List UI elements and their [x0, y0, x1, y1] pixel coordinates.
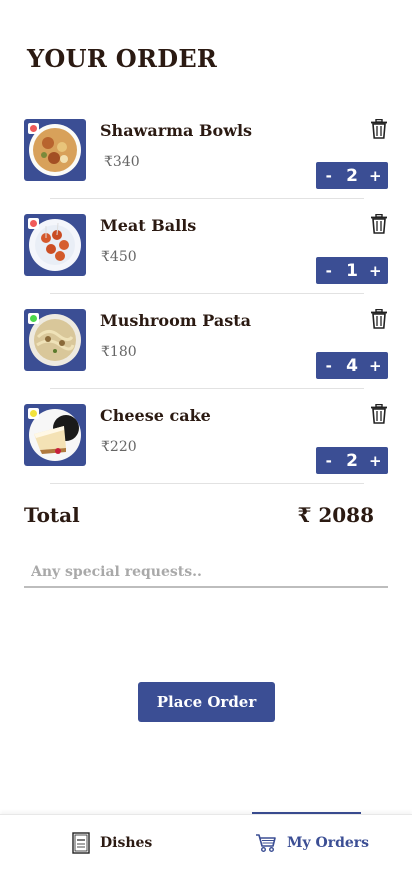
item-price: ₹220 — [101, 439, 137, 455]
increment-button[interactable]: + — [367, 452, 383, 470]
dish-image — [24, 119, 86, 181]
decrement-button[interactable]: - — [321, 452, 337, 470]
food-type-indicator — [28, 408, 39, 419]
divider — [50, 483, 364, 484]
quantity-value: 1 — [346, 260, 358, 281]
order-item: Cheese cake ₹220 - 2 + — [24, 404, 388, 499]
order-item: Shawarma Bowls ₹340 - 2 + — [24, 119, 388, 214]
trash-icon[interactable] — [370, 404, 388, 424]
quantity-value: 2 — [346, 165, 358, 186]
quantity-value: 4 — [346, 355, 358, 376]
item-price: ₹180 — [101, 344, 137, 360]
increment-button[interactable]: + — [367, 167, 383, 185]
dish-image — [24, 309, 86, 371]
item-price: ₹450 — [101, 249, 137, 265]
total-label: Total — [24, 503, 80, 527]
decrement-button[interactable]: - — [321, 357, 337, 375]
decrement-button[interactable]: - — [321, 262, 337, 280]
item-name: Meat Balls — [100, 216, 197, 235]
quantity-stepper: - 2 + — [316, 447, 388, 474]
divider — [50, 388, 364, 389]
place-order-button[interactable]: Place Order — [138, 682, 275, 722]
quantity-stepper: - 1 + — [316, 257, 388, 284]
trash-icon[interactable] — [370, 119, 388, 139]
trash-icon[interactable] — [370, 309, 388, 329]
trash-icon[interactable] — [370, 214, 388, 234]
cart-icon — [256, 834, 276, 852]
total-value: ₹ 2088 — [297, 503, 374, 527]
order-item: Meat Balls ₹450 - 1 + — [24, 214, 388, 309]
increment-button[interactable]: + — [367, 357, 383, 375]
quantity-value: 2 — [346, 450, 358, 471]
nav-my-orders-label: My Orders — [287, 835, 370, 851]
food-type-indicator — [28, 313, 39, 324]
item-name: Mushroom Pasta — [100, 311, 251, 330]
food-type-indicator — [28, 218, 39, 229]
quantity-stepper: - 2 + — [316, 162, 388, 189]
item-price: ₹340 — [104, 154, 140, 170]
item-name: Cheese cake — [100, 406, 211, 425]
bottom-nav: Dishes My Orders — [0, 814, 412, 871]
order-item: Mushroom Pasta ₹180 - 4 + — [24, 309, 388, 404]
divider — [50, 293, 364, 294]
nav-my-orders[interactable]: My Orders — [255, 815, 369, 871]
special-requests-input[interactable] — [24, 558, 388, 588]
dish-image — [24, 214, 86, 276]
decrement-button[interactable]: - — [321, 167, 337, 185]
nav-dishes[interactable]: Dishes — [72, 815, 152, 871]
food-type-indicator — [28, 123, 39, 134]
quantity-stepper: - 4 + — [316, 352, 388, 379]
dish-image — [24, 404, 86, 466]
nav-dishes-label: Dishes — [100, 835, 153, 851]
increment-button[interactable]: + — [367, 262, 383, 280]
page-title: YOUR ORDER — [27, 44, 218, 73]
divider — [50, 198, 364, 199]
menu-icon — [72, 832, 90, 854]
item-name: Shawarma Bowls — [100, 121, 253, 140]
